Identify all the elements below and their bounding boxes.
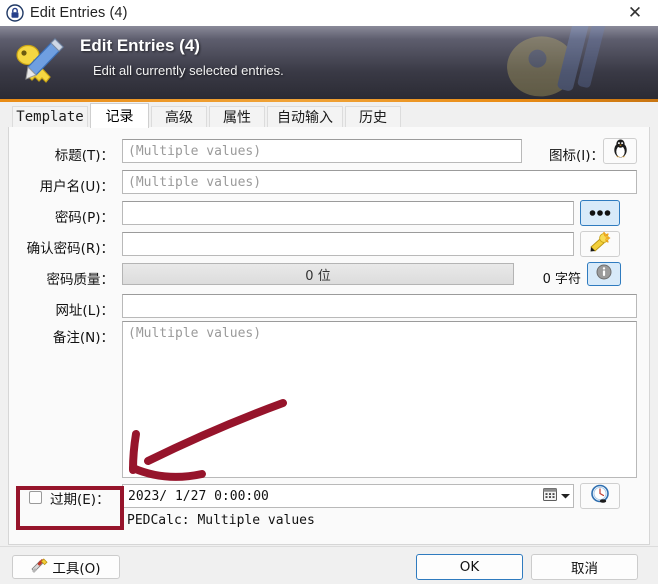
toggle-password-visibility-button[interactable] — [580, 200, 620, 226]
tab-template[interactable]: Template — [12, 106, 88, 127]
cancel-button-label: 取消 — [571, 561, 598, 577]
close-icon[interactable]: ✕ — [612, 0, 658, 26]
window-titlebar: Edit Entries (4) ✕ — [0, 0, 658, 26]
notes-textarea[interactable] — [122, 321, 637, 478]
expiry-presets-button[interactable] — [580, 483, 620, 509]
tab-auto-type[interactable]: 自动输入 — [267, 106, 343, 127]
dialog-banner: Edit Entries (4) Edit all currently sele… — [0, 26, 658, 99]
password-input[interactable] — [122, 201, 574, 225]
tools-button[interactable]: 工具(O) — [12, 555, 120, 579]
chevron-down-icon — [560, 489, 571, 504]
title-input[interactable] — [122, 139, 522, 163]
repeat-password-input[interactable] — [122, 232, 574, 256]
tab-history[interactable]: 历史 — [345, 106, 401, 127]
banner-subtitle: Edit all currently selected entries. — [93, 63, 284, 78]
password-generator-button[interactable] — [580, 231, 620, 257]
tab-label: Template — [16, 109, 84, 125]
clock-icon — [590, 484, 610, 509]
tools-button-label: 工具(O) — [52, 561, 101, 577]
tab-label: 记录 — [105, 109, 134, 125]
password-quality-label: 密码质量： — [46, 272, 115, 288]
password-info-button[interactable] — [587, 262, 621, 286]
edit-entries-dialog: Edit Entries (4) ✕ Edit Entries (4) Edit… — [0, 0, 658, 584]
tab-label: 属性 — [223, 110, 251, 126]
password-length-chars: 0 字符 — [542, 272, 581, 287]
ok-button[interactable]: OK — [416, 554, 523, 580]
tab-properties[interactable]: 属性 — [209, 106, 265, 127]
notes-label: 备注(N)： — [52, 330, 114, 346]
title-label: 标题(T)： — [54, 148, 114, 164]
banner-title: Edit Entries (4) — [80, 36, 200, 55]
expiry-date-dropdown[interactable] — [542, 486, 571, 506]
password-label: 密码(P)： — [54, 210, 114, 226]
banner-watermark-icon — [473, 26, 650, 99]
tab-entry[interactable]: 记录 — [90, 103, 149, 128]
tab-advanced[interactable]: 高级 — [151, 106, 207, 127]
tab-label: 高级 — [165, 110, 193, 126]
ok-button-label: OK — [459, 559, 480, 575]
icon-picker-button[interactable] — [603, 138, 637, 164]
pedcalc-status: PEDCalc: Multiple values — [127, 513, 315, 528]
penguin-icon — [612, 139, 629, 163]
lock-icon — [6, 4, 24, 22]
tab-label: 历史 — [359, 110, 387, 126]
username-input[interactable] — [122, 170, 637, 194]
key-generator-icon — [589, 231, 611, 257]
calendar-icon — [542, 486, 558, 506]
url-label: 网址(L)： — [55, 303, 114, 319]
key-pencil-icon — [14, 36, 66, 88]
info-icon — [596, 264, 612, 285]
window-title: Edit Entries (4) — [30, 5, 128, 21]
highlight-rectangle — [16, 486, 124, 530]
cancel-button[interactable]: 取消 — [531, 554, 638, 580]
password-quality-bar: 0 位 — [122, 263, 514, 285]
three-dots-icon — [588, 204, 612, 222]
expiry-date-field[interactable]: 2023/ 1/27 0:00:00 — [122, 484, 574, 508]
tab-label: 自动输入 — [277, 110, 333, 126]
dialog-footer: 工具(O) OK 取消 — [0, 546, 658, 584]
password-quality-bits: 0 位 — [305, 268, 331, 284]
entry-tab-panel: 标题(T)： 图标(I)： 用户名(U)： 密码(P)： — [8, 127, 650, 545]
repeat-password-label: 确认密码(R)： — [26, 241, 114, 257]
tools-icon — [31, 557, 48, 577]
expiry-date-value: 2023/ 1/27 0:00:00 — [128, 488, 269, 504]
username-label: 用户名(U)： — [39, 179, 114, 195]
icon-picker-label: 图标(I)： — [548, 148, 604, 164]
tab-strip: Template 记录 高级 属性 自动输入 历史 — [0, 102, 658, 128]
url-input[interactable] — [122, 294, 637, 318]
